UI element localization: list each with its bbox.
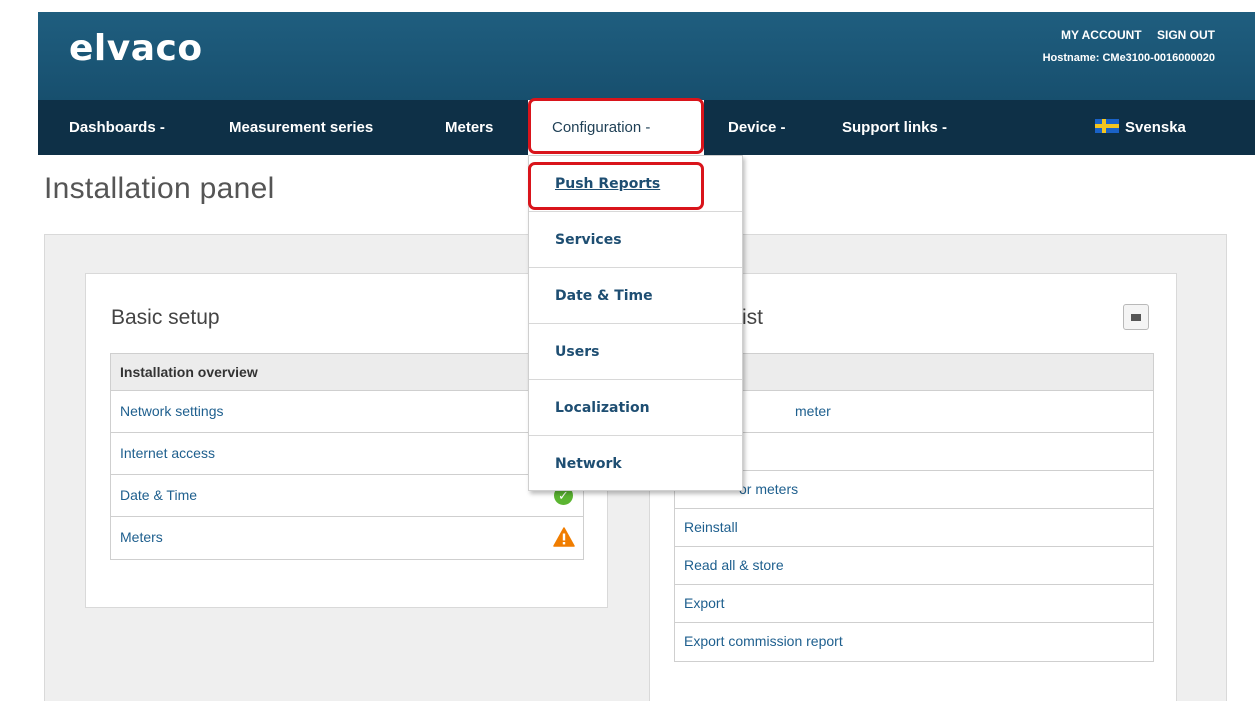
my-account-link[interactable]: MY ACCOUNT	[1061, 28, 1142, 42]
table-row[interactable]: Read all & store	[675, 547, 1153, 585]
row-label: Network settings	[120, 403, 224, 419]
nav-measurement-series[interactable]: Measurement series	[229, 100, 373, 155]
table-row[interactable]: Reinstall	[675, 509, 1153, 547]
nav-configuration[interactable]: Configuration -	[528, 100, 704, 155]
sign-out-link[interactable]: SIGN OUT	[1157, 28, 1215, 42]
table-row[interactable]	[675, 433, 1153, 471]
installation-overview-table: Installation overview Network settings I…	[110, 353, 584, 560]
row-label: Date & Time	[120, 487, 198, 503]
elvaco-logo[interactable]: elvaco	[69, 28, 203, 69]
meter-list-title: ist	[742, 306, 763, 329]
table-row[interactable]: Date & Time ✓	[111, 475, 583, 517]
nav-dashboards[interactable]: Dashboards -	[69, 100, 165, 155]
table-header	[675, 354, 1153, 391]
main-nav: Dashboards - Measurement series Meters C…	[38, 100, 1255, 155]
page-title: Installation panel	[44, 172, 275, 205]
hostname-label: Hostname: CMe3100-0016000020	[1042, 52, 1215, 64]
table-row[interactable]: Internet access	[111, 433, 583, 475]
basic-setup-title: Basic setup	[111, 306, 220, 329]
menu-item-network[interactable]: Network	[529, 436, 742, 492]
table-row[interactable]: meter	[675, 391, 1153, 433]
account-links: MY ACCOUNT SIGN OUT	[1049, 28, 1215, 42]
row-label: Meters	[120, 529, 163, 545]
language-label: Svenska	[1125, 119, 1186, 136]
nav-device[interactable]: Device -	[728, 100, 786, 155]
table-row[interactable]: Meters	[111, 517, 583, 559]
configuration-dropdown: Push Reports Services Date & Time Users …	[528, 155, 743, 491]
swedish-flag-icon	[1095, 119, 1119, 133]
warning-icon	[553, 527, 575, 547]
device-chip-icon[interactable]	[1123, 304, 1149, 330]
menu-item-push-reports[interactable]: Push Reports	[529, 156, 742, 212]
menu-item-users[interactable]: Users	[529, 324, 742, 380]
nav-support-links[interactable]: Support links -	[842, 100, 947, 155]
nav-meters[interactable]: Meters	[445, 100, 493, 155]
menu-item-services[interactable]: Services	[529, 212, 742, 268]
table-row[interactable]: Network settings	[111, 391, 583, 433]
header: elvaco MY ACCOUNT SIGN OUT Hostname: CMe…	[38, 12, 1255, 100]
table-row[interactable]: Export	[675, 585, 1153, 623]
table-header: Installation overview	[111, 354, 583, 391]
table-row[interactable]: Export commission report	[675, 623, 1153, 661]
menu-item-localization[interactable]: Localization	[529, 380, 742, 436]
row-label: Internet access	[120, 445, 215, 461]
table-row[interactable]: or meters	[675, 471, 1153, 509]
menu-item-date-time[interactable]: Date & Time	[529, 268, 742, 324]
nav-language[interactable]: Svenska	[1095, 100, 1186, 155]
meter-actions-table: meter or meters Reinstall Read all & sto…	[674, 353, 1154, 662]
